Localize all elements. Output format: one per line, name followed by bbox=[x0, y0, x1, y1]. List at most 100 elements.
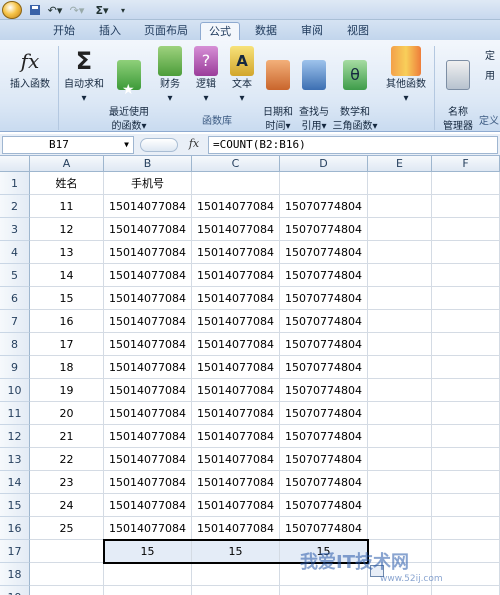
cell-c16[interactable]: 15014077084 bbox=[192, 517, 280, 540]
cell-a16[interactable]: 25 bbox=[30, 517, 104, 540]
tab-view[interactable]: 视图 bbox=[338, 22, 378, 40]
column-header-e[interactable]: E bbox=[368, 156, 432, 172]
tab-page-layout[interactable]: 页面布局 bbox=[136, 22, 196, 40]
cell-e10[interactable] bbox=[368, 379, 432, 402]
cell-a1[interactable]: 姓名 bbox=[30, 172, 104, 195]
row-header[interactable]: 9 bbox=[0, 356, 30, 379]
cell-f8[interactable] bbox=[432, 333, 500, 356]
name-box-dropdown-icon[interactable]: ▼ bbox=[124, 137, 129, 153]
cell-f10[interactable] bbox=[432, 379, 500, 402]
cell-c2[interactable]: 15014077084 bbox=[192, 195, 280, 218]
cell-c12[interactable]: 15014077084 bbox=[192, 425, 280, 448]
tab-home[interactable]: 开始 bbox=[42, 22, 86, 40]
cell-e16[interactable] bbox=[368, 517, 432, 540]
cell-d2[interactable]: 15070774804 bbox=[280, 195, 368, 218]
row-header[interactable]: 17 bbox=[0, 540, 30, 563]
cell-d16[interactable]: 15070774804 bbox=[280, 517, 368, 540]
cell-e5[interactable] bbox=[368, 264, 432, 287]
cell-a4[interactable]: 13 bbox=[30, 241, 104, 264]
redo-icon[interactable]: ↷▾ bbox=[68, 2, 86, 18]
cell-e14[interactable] bbox=[368, 471, 432, 494]
row-header[interactable]: 13 bbox=[0, 448, 30, 471]
cell-f12[interactable] bbox=[432, 425, 500, 448]
cell-a15[interactable]: 24 bbox=[30, 494, 104, 517]
cell-a8[interactable]: 17 bbox=[30, 333, 104, 356]
cell-f3[interactable] bbox=[432, 218, 500, 241]
cell-f6[interactable] bbox=[432, 287, 500, 310]
cell-d12[interactable]: 15070774804 bbox=[280, 425, 368, 448]
cell-c11[interactable]: 15014077084 bbox=[192, 402, 280, 425]
cell-b8[interactable]: 15014077084 bbox=[104, 333, 192, 356]
insert-function-button[interactable]: fx 插入函数 bbox=[6, 46, 54, 92]
cell-a6[interactable]: 15 bbox=[30, 287, 104, 310]
cell-a17[interactable] bbox=[30, 540, 104, 563]
cell-a18[interactable] bbox=[30, 563, 104, 586]
customize-quick-access-icon[interactable]: ▾ bbox=[118, 2, 128, 18]
cell-b11[interactable]: 15014077084 bbox=[104, 402, 192, 425]
cell-a5[interactable]: 14 bbox=[30, 264, 104, 287]
logical-button[interactable]: ? 逻辑 ▾ bbox=[190, 46, 222, 106]
cell-e6[interactable] bbox=[368, 287, 432, 310]
cell-a13[interactable]: 22 bbox=[30, 448, 104, 471]
cell-c6[interactable]: 15014077084 bbox=[192, 287, 280, 310]
formula-input[interactable]: =COUNT(B2:B16) bbox=[208, 136, 498, 154]
cell-c13[interactable]: 15014077084 bbox=[192, 448, 280, 471]
column-header-f[interactable]: F bbox=[432, 156, 500, 172]
cell-b4[interactable]: 15014077084 bbox=[104, 241, 192, 264]
define-name-button[interactable]: 定 bbox=[480, 50, 500, 64]
cell-a14[interactable]: 23 bbox=[30, 471, 104, 494]
autosum-button[interactable]: Σ 自动求和 ▾ bbox=[62, 46, 106, 106]
cell-e1[interactable] bbox=[368, 172, 432, 195]
row-header[interactable]: 19 bbox=[0, 586, 30, 595]
cell-d5[interactable]: 15070774804 bbox=[280, 264, 368, 287]
name-manager-button[interactable]: 名称 管理器 bbox=[438, 46, 478, 134]
cell-f9[interactable] bbox=[432, 356, 500, 379]
select-all-corner[interactable] bbox=[0, 156, 30, 172]
row-header[interactable]: 2 bbox=[0, 195, 30, 218]
cell-c5[interactable]: 15014077084 bbox=[192, 264, 280, 287]
row-header[interactable]: 3 bbox=[0, 218, 30, 241]
cell-c17[interactable]: 15 bbox=[192, 540, 280, 563]
cell-f5[interactable] bbox=[432, 264, 500, 287]
cell-a19[interactable] bbox=[30, 586, 104, 595]
cell-a12[interactable]: 21 bbox=[30, 425, 104, 448]
financial-button[interactable]: 财务 ▾ bbox=[154, 46, 186, 106]
cell-e12[interactable] bbox=[368, 425, 432, 448]
cell-d4[interactable]: 15070774804 bbox=[280, 241, 368, 264]
cell-b15[interactable]: 15014077084 bbox=[104, 494, 192, 517]
cell-c14[interactable]: 15014077084 bbox=[192, 471, 280, 494]
tab-formulas[interactable]: 公式 bbox=[200, 22, 240, 40]
cell-c8[interactable]: 15014077084 bbox=[192, 333, 280, 356]
use-in-formula-button[interactable]: 用 bbox=[480, 70, 500, 84]
column-header-a[interactable]: A bbox=[30, 156, 104, 172]
cell-b13[interactable]: 15014077084 bbox=[104, 448, 192, 471]
cell-c9[interactable]: 15014077084 bbox=[192, 356, 280, 379]
cell-b17[interactable]: 15 bbox=[104, 540, 192, 563]
cell-d14[interactable]: 15070774804 bbox=[280, 471, 368, 494]
cell-f4[interactable] bbox=[432, 241, 500, 264]
cell-d13[interactable]: 15070774804 bbox=[280, 448, 368, 471]
cell-b2[interactable]: 15014077084 bbox=[104, 195, 192, 218]
tab-data[interactable]: 数据 bbox=[246, 22, 286, 40]
cell-b5[interactable]: 15014077084 bbox=[104, 264, 192, 287]
cell-d8[interactable]: 15070774804 bbox=[280, 333, 368, 356]
row-header[interactable]: 8 bbox=[0, 333, 30, 356]
row-header[interactable]: 1 bbox=[0, 172, 30, 195]
cell-d1[interactable] bbox=[280, 172, 368, 195]
cell-b19[interactable] bbox=[104, 586, 192, 595]
cell-e11[interactable] bbox=[368, 402, 432, 425]
cell-f7[interactable] bbox=[432, 310, 500, 333]
cell-c7[interactable]: 15014077084 bbox=[192, 310, 280, 333]
cell-a11[interactable]: 20 bbox=[30, 402, 104, 425]
row-header[interactable]: 11 bbox=[0, 402, 30, 425]
row-header[interactable]: 15 bbox=[0, 494, 30, 517]
cell-e9[interactable] bbox=[368, 356, 432, 379]
office-button[interactable] bbox=[2, 1, 22, 19]
cell-e7[interactable] bbox=[368, 310, 432, 333]
row-header[interactable]: 18 bbox=[0, 563, 30, 586]
cell-d7[interactable]: 15070774804 bbox=[280, 310, 368, 333]
cell-f14[interactable] bbox=[432, 471, 500, 494]
cell-c10[interactable]: 15014077084 bbox=[192, 379, 280, 402]
row-header[interactable]: 16 bbox=[0, 517, 30, 540]
column-header-b[interactable]: B bbox=[104, 156, 192, 172]
